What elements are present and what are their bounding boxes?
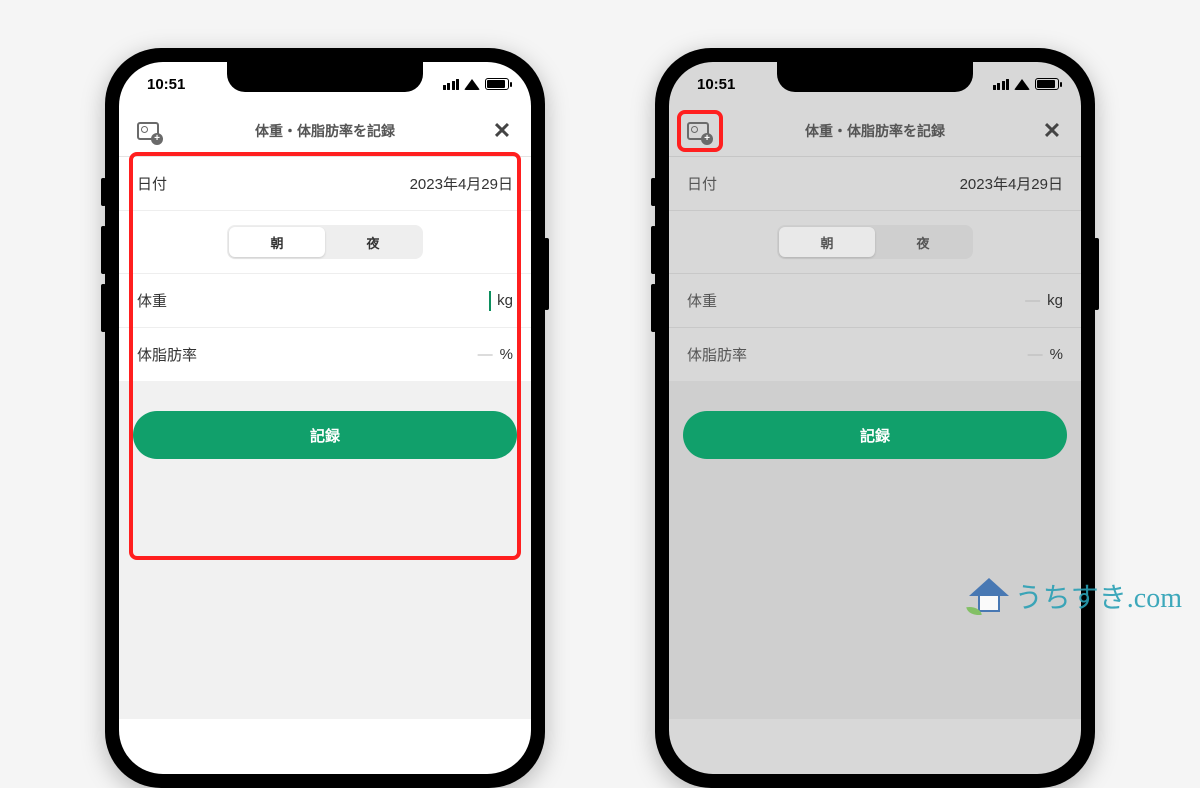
weight-label: 体重 bbox=[687, 290, 717, 311]
bodyfat-row[interactable]: 体脂肪率 ― % bbox=[119, 328, 531, 381]
close-button[interactable]: ✕ bbox=[1039, 120, 1065, 142]
bodyfat-unit: % bbox=[1050, 346, 1063, 363]
side-button bbox=[544, 238, 549, 310]
record-button[interactable]: 記録 bbox=[683, 411, 1067, 459]
time-of-day-segment-row: 朝 夜 bbox=[119, 211, 531, 274]
status-indicators bbox=[443, 78, 510, 90]
screen-left: 10:51 体重・体脂肪率を記録 ✕ bbox=[119, 62, 531, 774]
bodyfat-unit: % bbox=[500, 346, 513, 363]
page-title: 体重・体脂肪率を記録 bbox=[711, 121, 1039, 141]
comparison-stage: 10:51 体重・体脂肪率を記録 ✕ bbox=[0, 0, 1200, 630]
side-button bbox=[651, 226, 656, 274]
weight-value-group: kg bbox=[489, 291, 513, 311]
bodyfat-label: 体脂肪率 bbox=[687, 344, 747, 365]
page-title: 体重・体脂肪率を記録 bbox=[161, 121, 489, 141]
cellular-icon bbox=[443, 79, 460, 90]
wifi-icon bbox=[1014, 79, 1030, 90]
bodyfat-label: 体脂肪率 bbox=[137, 344, 197, 365]
watermark: うちすき.com bbox=[969, 576, 1182, 616]
status-time: 10:51 bbox=[697, 76, 735, 93]
form-panel: 日付 2023年4月29日 朝 夜 体重 kg bbox=[119, 157, 531, 381]
bodyfat-placeholder: ― bbox=[1028, 346, 1044, 363]
date-row[interactable]: 日付 2023年4月29日 bbox=[119, 157, 531, 211]
date-value: 2023年4月29日 bbox=[410, 173, 513, 194]
watermark-text: うちすき.com bbox=[1015, 576, 1182, 616]
screen-right: 10:51 体重・体脂肪率を記録 ✕ bbox=[669, 62, 1081, 774]
footer-area: 記録 bbox=[119, 381, 531, 459]
close-icon: ✕ bbox=[493, 120, 511, 142]
record-button[interactable]: 記録 bbox=[133, 411, 517, 459]
segment-morning[interactable]: 朝 bbox=[229, 227, 325, 257]
segment-night[interactable]: 夜 bbox=[325, 227, 421, 257]
weight-value-group: ― kg bbox=[1025, 292, 1063, 309]
house-icon bbox=[969, 578, 1009, 614]
close-button[interactable]: ✕ bbox=[489, 120, 515, 142]
bodyfat-placeholder: ― bbox=[478, 346, 494, 363]
battery-icon bbox=[1035, 78, 1059, 90]
bodyfat-value-group: ― % bbox=[1028, 346, 1063, 363]
bodyfat-row[interactable]: 体脂肪率 ― % bbox=[669, 328, 1081, 381]
weight-label: 体重 bbox=[137, 290, 167, 311]
add-photo-button[interactable] bbox=[135, 120, 161, 142]
status-indicators bbox=[993, 78, 1060, 90]
battery-icon bbox=[485, 78, 509, 90]
bodyfat-value-group: ― % bbox=[478, 346, 513, 363]
notch bbox=[777, 62, 973, 92]
side-button bbox=[651, 178, 656, 206]
weight-unit: kg bbox=[1047, 292, 1063, 309]
side-button bbox=[101, 178, 106, 206]
segment-morning[interactable]: 朝 bbox=[779, 227, 875, 257]
weight-row[interactable]: 体重 kg bbox=[119, 274, 531, 328]
status-time: 10:51 bbox=[147, 76, 185, 93]
time-of-day-segment-row: 朝 夜 bbox=[669, 211, 1081, 274]
weight-placeholder: ― bbox=[1025, 292, 1041, 309]
wifi-icon bbox=[464, 79, 480, 90]
app-content: 体重・体脂肪率を記録 ✕ 日付 2023年4月29日 朝 夜 bbox=[119, 106, 531, 774]
weight-unit: kg bbox=[497, 292, 513, 309]
add-photo-button[interactable] bbox=[685, 120, 711, 142]
time-of-day-segmented: 朝 夜 bbox=[777, 225, 973, 259]
image-add-icon bbox=[137, 122, 159, 140]
close-icon: ✕ bbox=[1043, 120, 1061, 142]
segment-night[interactable]: 夜 bbox=[875, 227, 971, 257]
app-content: 体重・体脂肪率を記録 ✕ 日付 2023年4月29日 朝 夜 bbox=[669, 106, 1081, 774]
form-panel: 日付 2023年4月29日 朝 夜 体重 ― kg bbox=[669, 157, 1081, 381]
title-bar: 体重・体脂肪率を記録 ✕ bbox=[119, 106, 531, 156]
notch bbox=[227, 62, 423, 92]
image-add-icon bbox=[687, 122, 709, 140]
date-label: 日付 bbox=[137, 173, 167, 194]
date-label: 日付 bbox=[687, 173, 717, 194]
title-bar: 体重・体脂肪率を記録 ✕ bbox=[669, 106, 1081, 156]
text-cursor bbox=[489, 291, 491, 311]
date-value: 2023年4月29日 bbox=[960, 173, 1063, 194]
cellular-icon bbox=[993, 79, 1010, 90]
phone-left: 10:51 体重・体脂肪率を記録 ✕ bbox=[105, 48, 545, 788]
date-row[interactable]: 日付 2023年4月29日 bbox=[669, 157, 1081, 211]
footer-fill bbox=[119, 459, 531, 719]
phone-right: 10:51 体重・体脂肪率を記録 ✕ bbox=[655, 48, 1095, 788]
side-button bbox=[101, 284, 106, 332]
side-button bbox=[651, 284, 656, 332]
side-button bbox=[101, 226, 106, 274]
footer-area: 記録 bbox=[669, 381, 1081, 459]
time-of-day-segmented: 朝 夜 bbox=[227, 225, 423, 259]
weight-row[interactable]: 体重 ― kg bbox=[669, 274, 1081, 328]
side-button bbox=[1094, 238, 1099, 310]
